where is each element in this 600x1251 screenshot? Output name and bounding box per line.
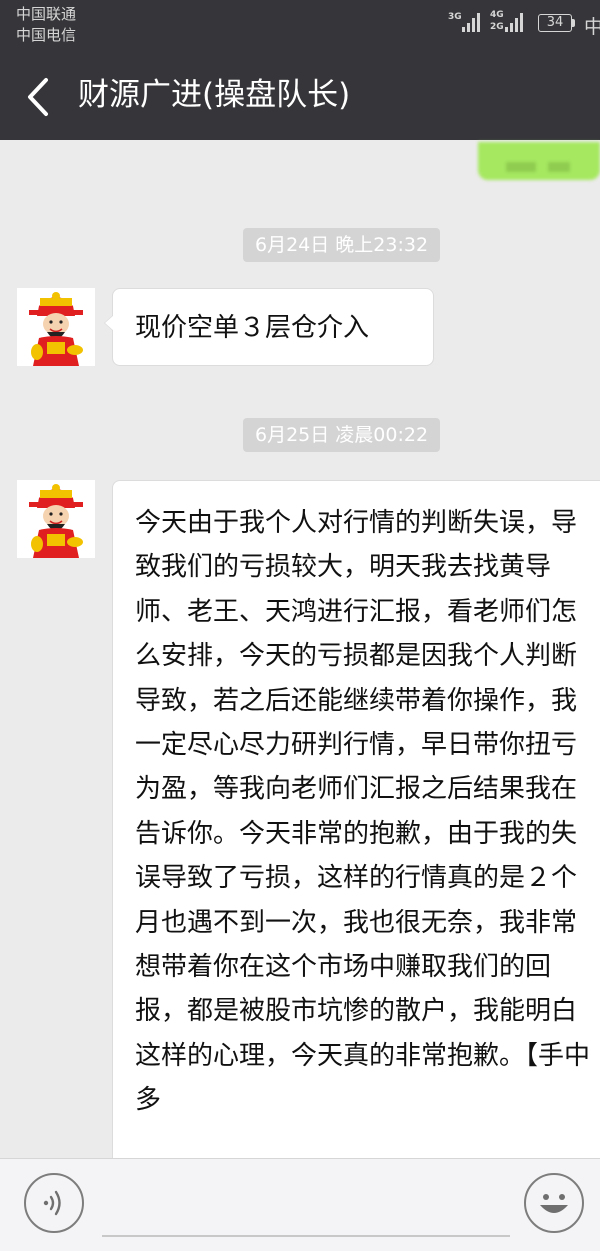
voice-input-icon	[43, 1190, 61, 1216]
chat-title: 财源广进(操盘队长)	[78, 77, 351, 113]
network-2g-label: 2G	[490, 22, 504, 32]
message-bubble[interactable]: 今天由于我个人对行情的判断失误，导致我们的亏损较大，明天我去找黄导师、老王、天鸿…	[112, 480, 600, 1200]
network-3g-label: 3G	[448, 12, 462, 22]
battery-tip	[572, 19, 575, 27]
top-bar: 中国联通 中国电信 3G 4G 2G 34 中 财源广进(操盘队长)	[0, 0, 600, 140]
battery-level: 34	[546, 15, 564, 30]
emoji-icon	[540, 1194, 568, 1213]
own-message-bubble-partial[interactable]	[478, 142, 600, 180]
carrier-2-label: 中国电信	[16, 26, 77, 44]
message-text: 今天由于我个人对行情的判断失误，导致我们的亏损较大，明天我去找黄导师、老王、天鸿…	[135, 508, 591, 1116]
voice-input-button[interactable]	[24, 1173, 84, 1233]
battery-icon: 34	[538, 14, 572, 32]
timestamp: 6月25日 凌晨00:22	[243, 418, 441, 452]
message-text: 现价空单３层仓介入	[135, 313, 370, 343]
avatar[interactable]	[17, 480, 95, 558]
signal-bars-icon	[505, 10, 527, 32]
timestamp: 6月24日 晚上23:32	[243, 228, 441, 262]
carrier-1-label: 中国联通	[16, 5, 77, 23]
signal-bars-icon	[462, 10, 484, 32]
input-bar	[0, 1158, 600, 1251]
avatar[interactable]	[17, 288, 95, 366]
chevron-left-icon[interactable]	[22, 77, 56, 117]
network-4g-label: 4G	[490, 10, 504, 20]
emoji-button[interactable]	[524, 1173, 584, 1233]
message-bubble[interactable]: 现价空单３层仓介入	[104, 288, 434, 366]
status-overflow-text: 中	[584, 16, 600, 38]
message-input[interactable]	[102, 1235, 510, 1237]
